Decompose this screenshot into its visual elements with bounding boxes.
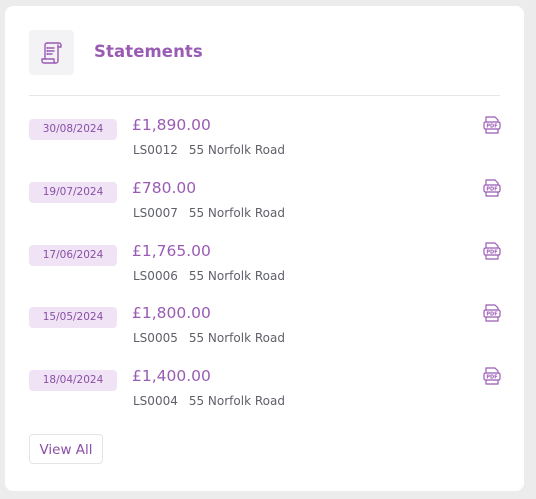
svg-text:PDF: PDF xyxy=(486,311,497,317)
document-scroll-icon xyxy=(40,41,62,64)
statement-row: 15/05/2024 £1,800.00 LS0005 55 Norfolk Ro… xyxy=(29,302,503,348)
pdf-download-icon[interactable]: PDF xyxy=(481,365,503,387)
statement-amount: £1,890.00 xyxy=(132,116,211,134)
statement-amount: £780.00 xyxy=(132,179,197,197)
statement-address: 55 Norfolk Road xyxy=(188,143,285,157)
svg-text:PDF: PDF xyxy=(486,249,497,255)
statement-address: 55 Norfolk Road xyxy=(188,206,285,220)
statement-amount: £1,400.00 xyxy=(132,367,211,385)
statement-amount: £1,800.00 xyxy=(132,304,211,322)
statement-address: 55 Norfolk Road xyxy=(188,331,285,345)
pdf-download-icon[interactable]: PDF xyxy=(481,114,503,136)
statement-row: 17/06/2024 £1,765.00 LS0006 55 Norfolk Ro… xyxy=(29,240,503,286)
date-badge: 18/04/2024 xyxy=(29,370,117,391)
svg-text:PDF: PDF xyxy=(486,186,497,192)
statement-address: 55 Norfolk Road xyxy=(188,269,285,283)
statement-meta: LS0004 55 Norfolk Road xyxy=(133,394,285,408)
statement-row: 18/04/2024 £1,400.00 LS0004 55 Norfolk Ro… xyxy=(29,365,503,411)
view-all-button[interactable]: View All xyxy=(29,434,103,464)
statement-meta: LS0006 55 Norfolk Road xyxy=(133,269,285,283)
page-title: Statements xyxy=(94,42,203,61)
header-divider xyxy=(29,95,500,96)
statement-ref: LS0004 xyxy=(133,394,178,408)
statement-ref: LS0012 xyxy=(133,143,178,157)
pdf-download-icon[interactable]: PDF xyxy=(481,177,503,199)
date-badge: 15/05/2024 xyxy=(29,307,117,328)
svg-text:PDF: PDF xyxy=(486,123,497,129)
statement-ref: LS0007 xyxy=(133,206,178,220)
statement-amount: £1,765.00 xyxy=(132,242,211,260)
statements-card: Statements 30/08/2024 £1,890.00 LS0012 55… xyxy=(5,6,524,491)
pdf-download-icon[interactable]: PDF xyxy=(481,302,503,324)
statement-meta: LS0007 55 Norfolk Road xyxy=(133,206,285,220)
pdf-download-icon[interactable]: PDF xyxy=(481,240,503,262)
statement-row: 19/07/2024 £780.00 LS0007 55 Norfolk Road… xyxy=(29,177,503,223)
statement-ref: LS0005 xyxy=(133,331,178,345)
statement-meta: LS0005 55 Norfolk Road xyxy=(133,331,285,345)
date-badge: 30/08/2024 xyxy=(29,119,117,140)
date-badge: 19/07/2024 xyxy=(29,182,117,203)
statement-row: 30/08/2024 £1,890.00 LS0012 55 Norfolk Ro… xyxy=(29,114,503,160)
statement-ref: LS0006 xyxy=(133,269,178,283)
svg-text:PDF: PDF xyxy=(486,374,497,380)
date-badge: 17/06/2024 xyxy=(29,245,117,266)
statement-meta: LS0012 55 Norfolk Road xyxy=(133,143,285,157)
statement-address: 55 Norfolk Road xyxy=(188,394,285,408)
statements-header-icon-box xyxy=(29,30,74,75)
